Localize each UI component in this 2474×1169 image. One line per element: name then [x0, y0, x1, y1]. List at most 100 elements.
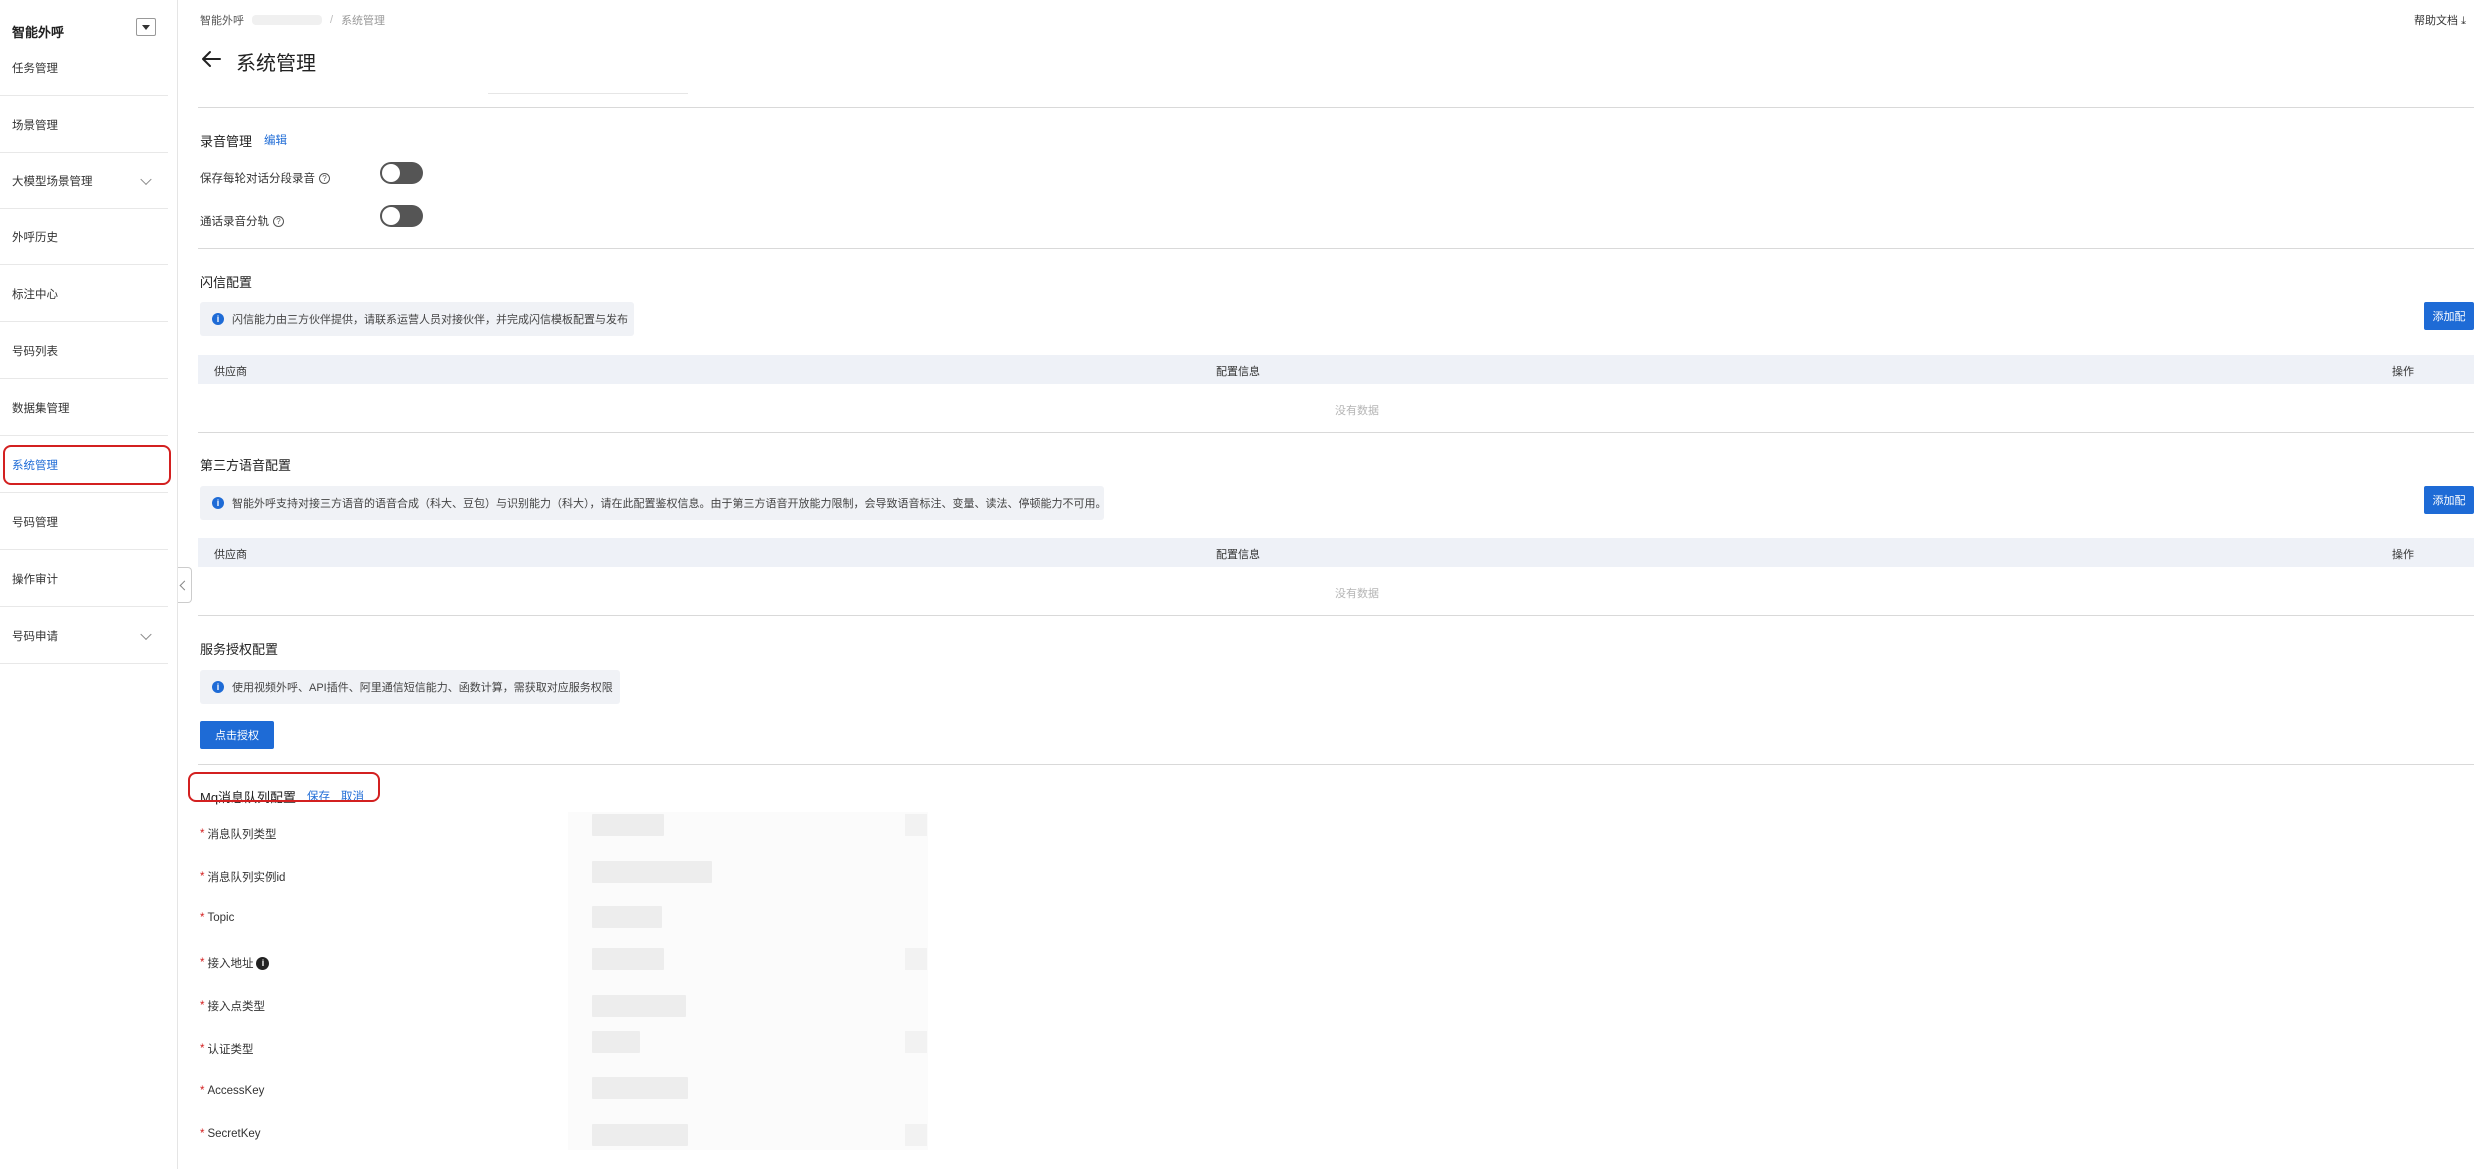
sidebar-item-llm-scene[interactable]: 大模型场景管理: [0, 153, 168, 209]
divider: [198, 764, 2474, 765]
mq-topic-label: * Topic: [200, 912, 234, 924]
flash-sms-empty: 没有数据: [1335, 405, 1379, 417]
sidebar-item-audit[interactable]: 操作审计: [0, 551, 168, 607]
sidebar-item-number-apply[interactable]: 号码申请: [0, 608, 168, 664]
breadcrumb-redacted: [252, 15, 322, 25]
sidebar-collapse-handle[interactable]: [178, 567, 192, 603]
column-header: 操作: [2392, 366, 2414, 378]
sidebar-item-label: 外呼历史: [12, 231, 58, 244]
redacted-bar: [488, 88, 688, 94]
mq-type-input[interactable]: [592, 814, 664, 836]
recording-section-title: 录音管理: [200, 134, 253, 149]
service-auth-section-title: 服务授权配置: [200, 642, 279, 657]
question-icon[interactable]: ?: [273, 215, 284, 227]
add-flash-sms-button[interactable]: 添加配: [2424, 302, 2474, 330]
service-auth-notice: i 使用视频外呼、API插件、阿里通信短信能力、函数计算，需获取对应服务权限: [200, 670, 620, 704]
sidebar-item-number-manage[interactable]: 号码管理: [0, 494, 168, 550]
info-icon: i: [212, 313, 224, 325]
required-mark: *: [200, 871, 205, 883]
active-item-highlight: [3, 445, 171, 485]
column-header: 操作: [2392, 549, 2414, 561]
option-label: 通话录音分轨: [200, 216, 269, 228]
mq-auth-type-select[interactable]: [592, 1031, 640, 1053]
info-icon: i: [212, 681, 224, 693]
help-docs-link[interactable]: 帮助文档 ⤓: [2414, 12, 2466, 28]
column-header: 供应商: [214, 366, 247, 378]
sidebar-item-label: 号码列表: [12, 345, 58, 358]
sidebar-item-label: 场景管理: [12, 119, 58, 132]
mq-secretkey-input[interactable]: [592, 1124, 688, 1146]
recording-edit-link[interactable]: 编辑: [264, 132, 287, 148]
info-icon[interactable]: i: [256, 956, 270, 970]
mq-header-highlight: [188, 772, 380, 802]
flash-sms-section-title: 闪信配置: [200, 275, 253, 290]
notice-text: 智能外呼支持对接三方语音的语音合成（科大、豆包）与识别能力（科大），请在此配置鉴…: [232, 498, 1107, 510]
mq-type-dropdown[interactable]: [905, 814, 927, 836]
sidebar-item-label: 标注中心: [12, 288, 58, 301]
mq-access-point-select[interactable]: [592, 995, 686, 1017]
mq-instance-input[interactable]: [592, 861, 712, 883]
notice-text: 使用视频外呼、API插件、阿里通信短信能力、函数计算，需获取对应服务权限: [232, 682, 613, 694]
divider: [198, 432, 2474, 433]
breadcrumb: 智能外呼 / 系统管理: [200, 12, 385, 28]
field-label: 接入点类型: [207, 1001, 265, 1013]
page-title: 系统管理: [236, 53, 316, 75]
voice-table-header: 供应商 配置信息 操作: [198, 538, 2474, 567]
breadcrumb-current: 系统管理: [341, 15, 386, 27]
segment-recording-switch[interactable]: [380, 162, 423, 184]
authorize-button[interactable]: 点击授权: [200, 721, 274, 749]
split-track-switch[interactable]: [380, 205, 423, 227]
voice-notice: i 智能外呼支持对接三方语音的语音合成（科大、豆包）与识别能力（科大），请在此配置…: [200, 486, 1107, 520]
field-label: 消息队列类型: [207, 829, 277, 841]
add-voice-button[interactable]: 添加配: [2424, 486, 2474, 514]
field-label: AccessKey: [207, 1085, 265, 1097]
mq-secretkey-label: * SecretKey: [200, 1128, 261, 1140]
sidebar-item-number-list[interactable]: 号码列表: [0, 323, 168, 379]
switch-knob: [382, 207, 400, 225]
split-track-label: 通话录音分轨?: [200, 213, 284, 229]
mq-endpoint-edge: [905, 948, 927, 970]
question-icon[interactable]: ?: [319, 172, 330, 184]
column-header: 配置信息: [1216, 366, 1260, 378]
mq-endpoint-input[interactable]: [592, 948, 664, 970]
sidebar-item-dataset[interactable]: 数据集管理: [0, 380, 168, 436]
back-arrow-icon[interactable]: [200, 48, 222, 70]
sidebar-item-label: 操作审计: [12, 573, 58, 586]
sidebar-item-scene[interactable]: 场景管理: [0, 97, 168, 153]
required-mark: *: [200, 957, 205, 969]
sidebar-item-task[interactable]: 任务管理: [0, 40, 168, 96]
sidebar-item-annotation[interactable]: 标注中心: [0, 266, 168, 322]
mq-accesskey-input[interactable]: [592, 1077, 688, 1099]
breadcrumb-root[interactable]: 智能外呼: [200, 12, 244, 28]
breadcrumb-separator: /: [330, 14, 334, 26]
sidebar-item-label: 任务管理: [12, 62, 58, 75]
sidebar-item-label: 号码管理: [12, 516, 58, 529]
field-label: 认证类型: [207, 1044, 254, 1056]
divider: [198, 615, 2474, 616]
option-label: 保存每轮对话分段录音: [200, 173, 315, 185]
voice-empty: 没有数据: [1335, 588, 1379, 600]
divider: [198, 107, 2474, 108]
mq-accesskey-label: * AccessKey: [200, 1085, 264, 1097]
required-mark: *: [200, 1043, 205, 1055]
help-docs-label: 帮助文档: [2414, 15, 2458, 27]
required-mark: *: [200, 1128, 205, 1140]
sidebar-title: 智能外呼: [12, 25, 65, 40]
mq-access-point-label: * 接入点类型: [200, 998, 265, 1014]
field-label: 消息队列实例id: [207, 872, 286, 884]
required-mark: *: [200, 1000, 205, 1012]
sidebar-item-history[interactable]: 外呼历史: [0, 209, 168, 265]
column-header: 供应商: [214, 549, 247, 561]
required-mark: *: [200, 1085, 205, 1097]
required-mark: *: [200, 828, 205, 840]
mq-endpoint-label: * 接入地址 i: [200, 955, 270, 971]
sidebar-dropdown-toggle[interactable]: [136, 18, 156, 36]
mq-topic-input[interactable]: [592, 906, 662, 928]
mq-auth-type-edge: [905, 1031, 927, 1053]
voice-section-title: 第三方语音配置: [200, 458, 292, 473]
chevron-down-icon: [140, 173, 152, 185]
chevron-down-icon: [140, 628, 152, 640]
sidebar-item-label: 大模型场景管理: [12, 175, 93, 188]
divider: [198, 248, 2474, 249]
sidebar-item-label: 数据集管理: [12, 402, 70, 415]
